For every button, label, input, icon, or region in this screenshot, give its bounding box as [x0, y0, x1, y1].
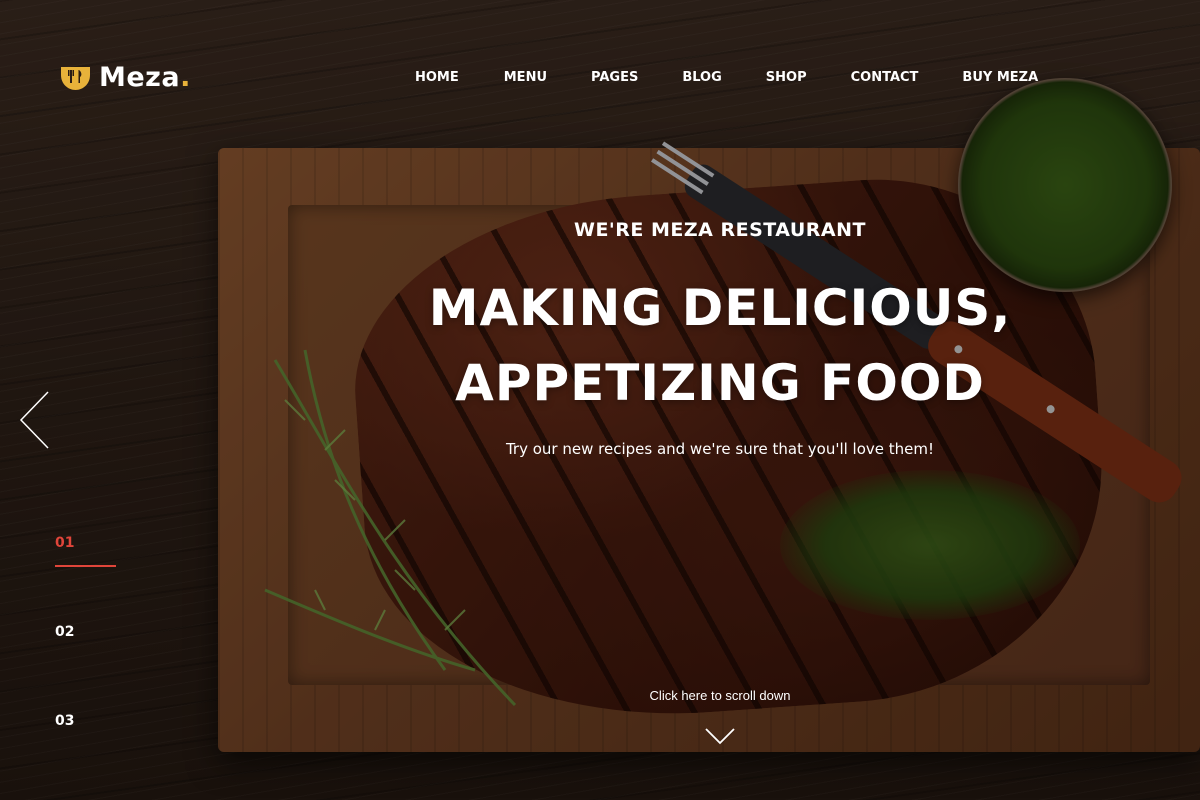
- hero-headline-line2: APPETIZING FOOD: [455, 354, 985, 412]
- nav-contact[interactable]: CONTACT: [851, 70, 919, 85]
- hero-headline-line1: MAKING DELICIOUS,: [428, 279, 1012, 337]
- active-slide-underline: [55, 565, 116, 567]
- nav-menu[interactable]: MENU: [504, 70, 547, 85]
- nav-home[interactable]: HOME: [415, 70, 459, 85]
- hero-eyebrow: WE'RE MEZA RESTAURANT: [574, 219, 866, 241]
- main-nav: HOME MENU PAGES BLOG SHOP CONTACT BUY ME…: [415, 70, 1038, 85]
- brand-logo[interactable]: Meza.: [60, 62, 191, 93]
- chevron-left-icon[interactable]: [18, 390, 52, 450]
- brand-name: Meza.: [99, 62, 191, 93]
- nav-blog[interactable]: BLOG: [682, 70, 721, 85]
- chevron-down-icon[interactable]: [704, 726, 736, 746]
- nav-buy-meza[interactable]: BUY MEZA: [962, 70, 1038, 85]
- nav-pages[interactable]: PAGES: [591, 70, 638, 85]
- fork-knife-logo-icon: [61, 67, 90, 90]
- slide-indicator-1[interactable]: 01: [55, 535, 74, 551]
- scroll-down-link[interactable]: Click here to scroll down: [620, 688, 820, 703]
- hero-subline: Try our new recipes and we're sure that …: [505, 440, 935, 458]
- slide-indicator-2[interactable]: 02: [55, 624, 74, 640]
- slide-indicator-3[interactable]: 03: [55, 713, 74, 729]
- nav-shop[interactable]: SHOP: [766, 70, 807, 85]
